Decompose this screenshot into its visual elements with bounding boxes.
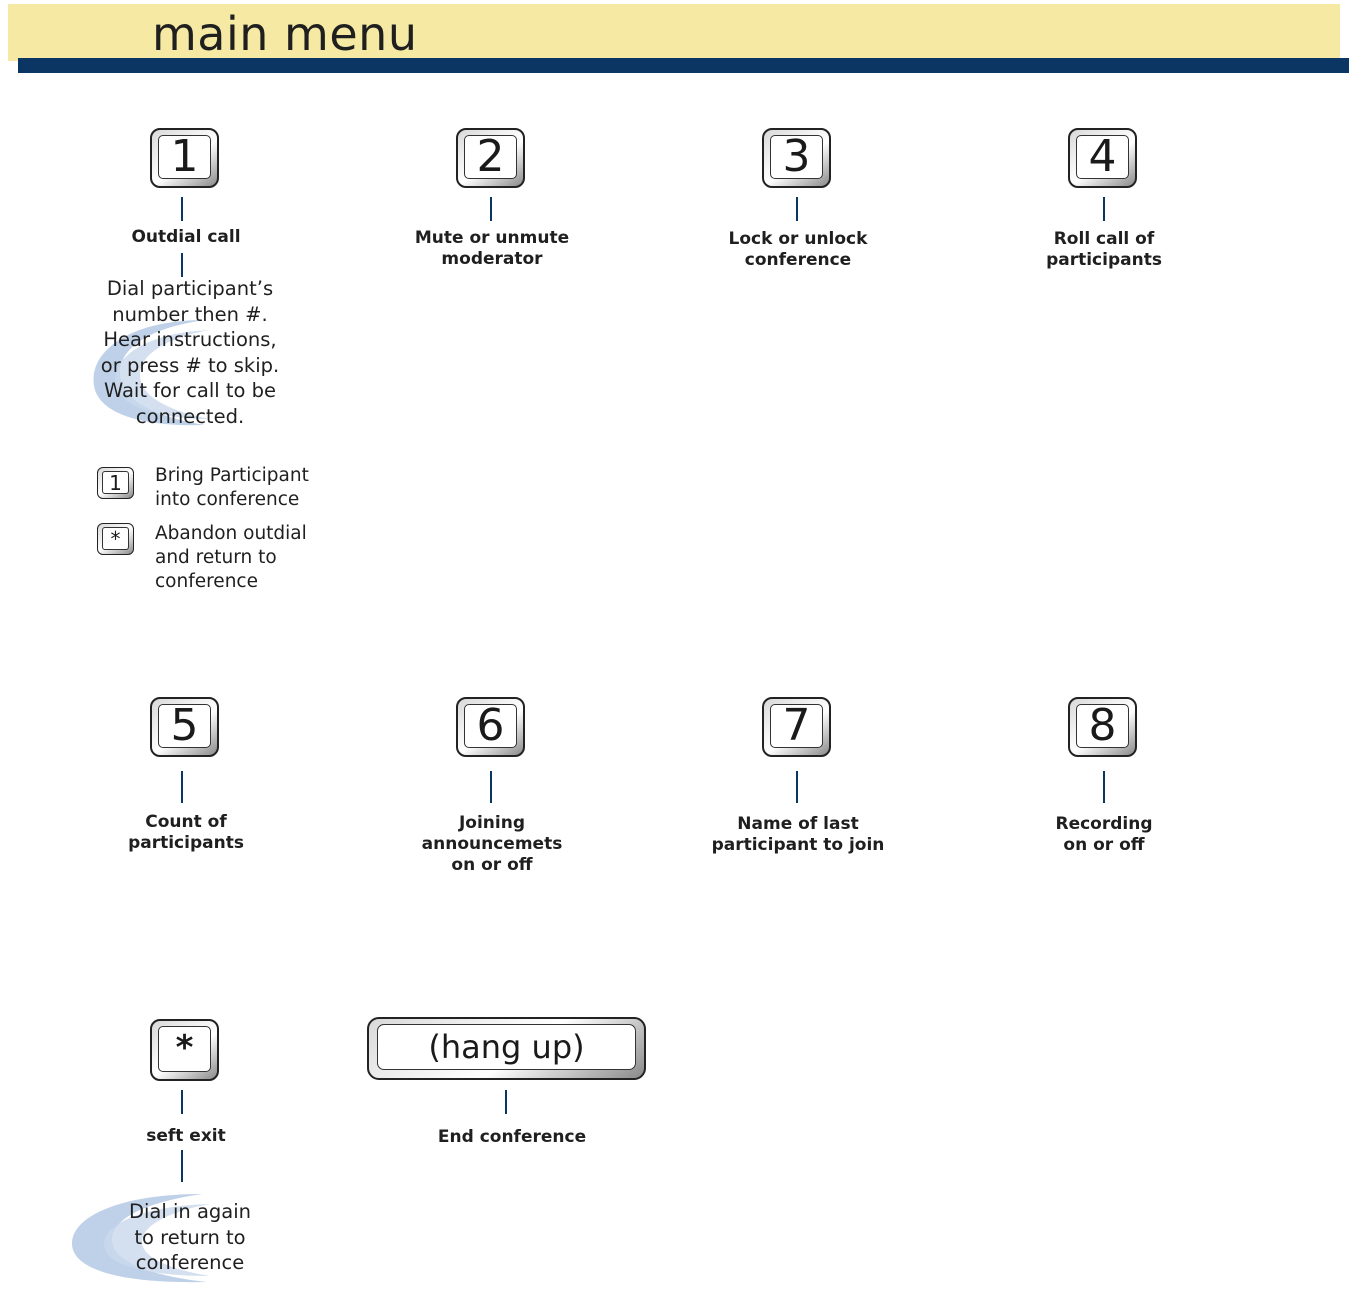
connector-line bbox=[490, 771, 492, 803]
key-8-label: 8 bbox=[1076, 704, 1129, 748]
hang-up-description: End conference bbox=[437, 1127, 587, 1147]
connector-line bbox=[181, 1090, 183, 1114]
key-8-description: Recording on or off bbox=[1055, 814, 1153, 855]
connector-line bbox=[490, 197, 492, 221]
page-title: main menu bbox=[152, 7, 418, 61]
option-key-1[interactable]: 1 bbox=[97, 467, 134, 499]
key-3-description: Lock or unlock conference bbox=[728, 229, 868, 270]
key-8[interactable]: 8 bbox=[1068, 697, 1137, 757]
key-star-description: seft exit bbox=[146, 1126, 226, 1146]
key-6-label: 6 bbox=[464, 704, 517, 748]
connector-line bbox=[796, 197, 798, 221]
option-key-star[interactable]: * bbox=[97, 523, 134, 555]
key-6[interactable]: 6 bbox=[456, 697, 525, 757]
key-4-label: 4 bbox=[1076, 135, 1129, 179]
key-2[interactable]: 2 bbox=[456, 128, 525, 188]
key-1-label: 1 bbox=[158, 135, 211, 179]
key-1-description: Outdial call bbox=[131, 227, 241, 247]
key-5-description: Count of participants bbox=[128, 812, 244, 853]
connector-line bbox=[181, 1150, 183, 1182]
connector-line bbox=[181, 197, 183, 221]
connector-line bbox=[181, 253, 183, 277]
key-star-label: * bbox=[158, 1026, 211, 1072]
key-3-label: 3 bbox=[770, 135, 823, 179]
option-1-text: Bring Participant into conference bbox=[155, 465, 309, 510]
key-7-label: 7 bbox=[770, 704, 823, 748]
key-1[interactable]: 1 bbox=[150, 128, 219, 188]
key-4[interactable]: 4 bbox=[1068, 128, 1137, 188]
key-2-label: 2 bbox=[464, 135, 517, 179]
key-5[interactable]: 5 bbox=[150, 697, 219, 757]
key-4-description: Roll call of participants bbox=[1046, 229, 1162, 270]
key-7-description: Name of last participant to join bbox=[711, 814, 885, 855]
connector-line bbox=[1103, 197, 1105, 221]
key-5-label: 5 bbox=[158, 704, 211, 748]
outdial-instructions: Dial participant’s number then #. Hear i… bbox=[100, 277, 280, 428]
connector-line bbox=[1103, 771, 1105, 803]
option-key-1-label: 1 bbox=[102, 471, 129, 494]
self-exit-note: Dial in again to return to conference bbox=[128, 1200, 252, 1275]
key-6-description: Joining announcemets on or off bbox=[421, 813, 563, 875]
key-2-description: Mute or unmute moderator bbox=[414, 228, 570, 269]
hang-up-label: (hang up) bbox=[377, 1024, 636, 1070]
key-3[interactable]: 3 bbox=[762, 128, 831, 188]
key-star[interactable]: * bbox=[150, 1019, 219, 1081]
option-2-text: Abandon outdial and return to conference bbox=[155, 523, 307, 592]
key-7[interactable]: 7 bbox=[762, 697, 831, 757]
connector-line bbox=[796, 771, 798, 803]
hang-up-key[interactable]: (hang up) bbox=[367, 1017, 646, 1080]
option-key-star-label: * bbox=[102, 527, 129, 550]
connector-line bbox=[505, 1090, 507, 1114]
connector-line bbox=[181, 771, 183, 803]
